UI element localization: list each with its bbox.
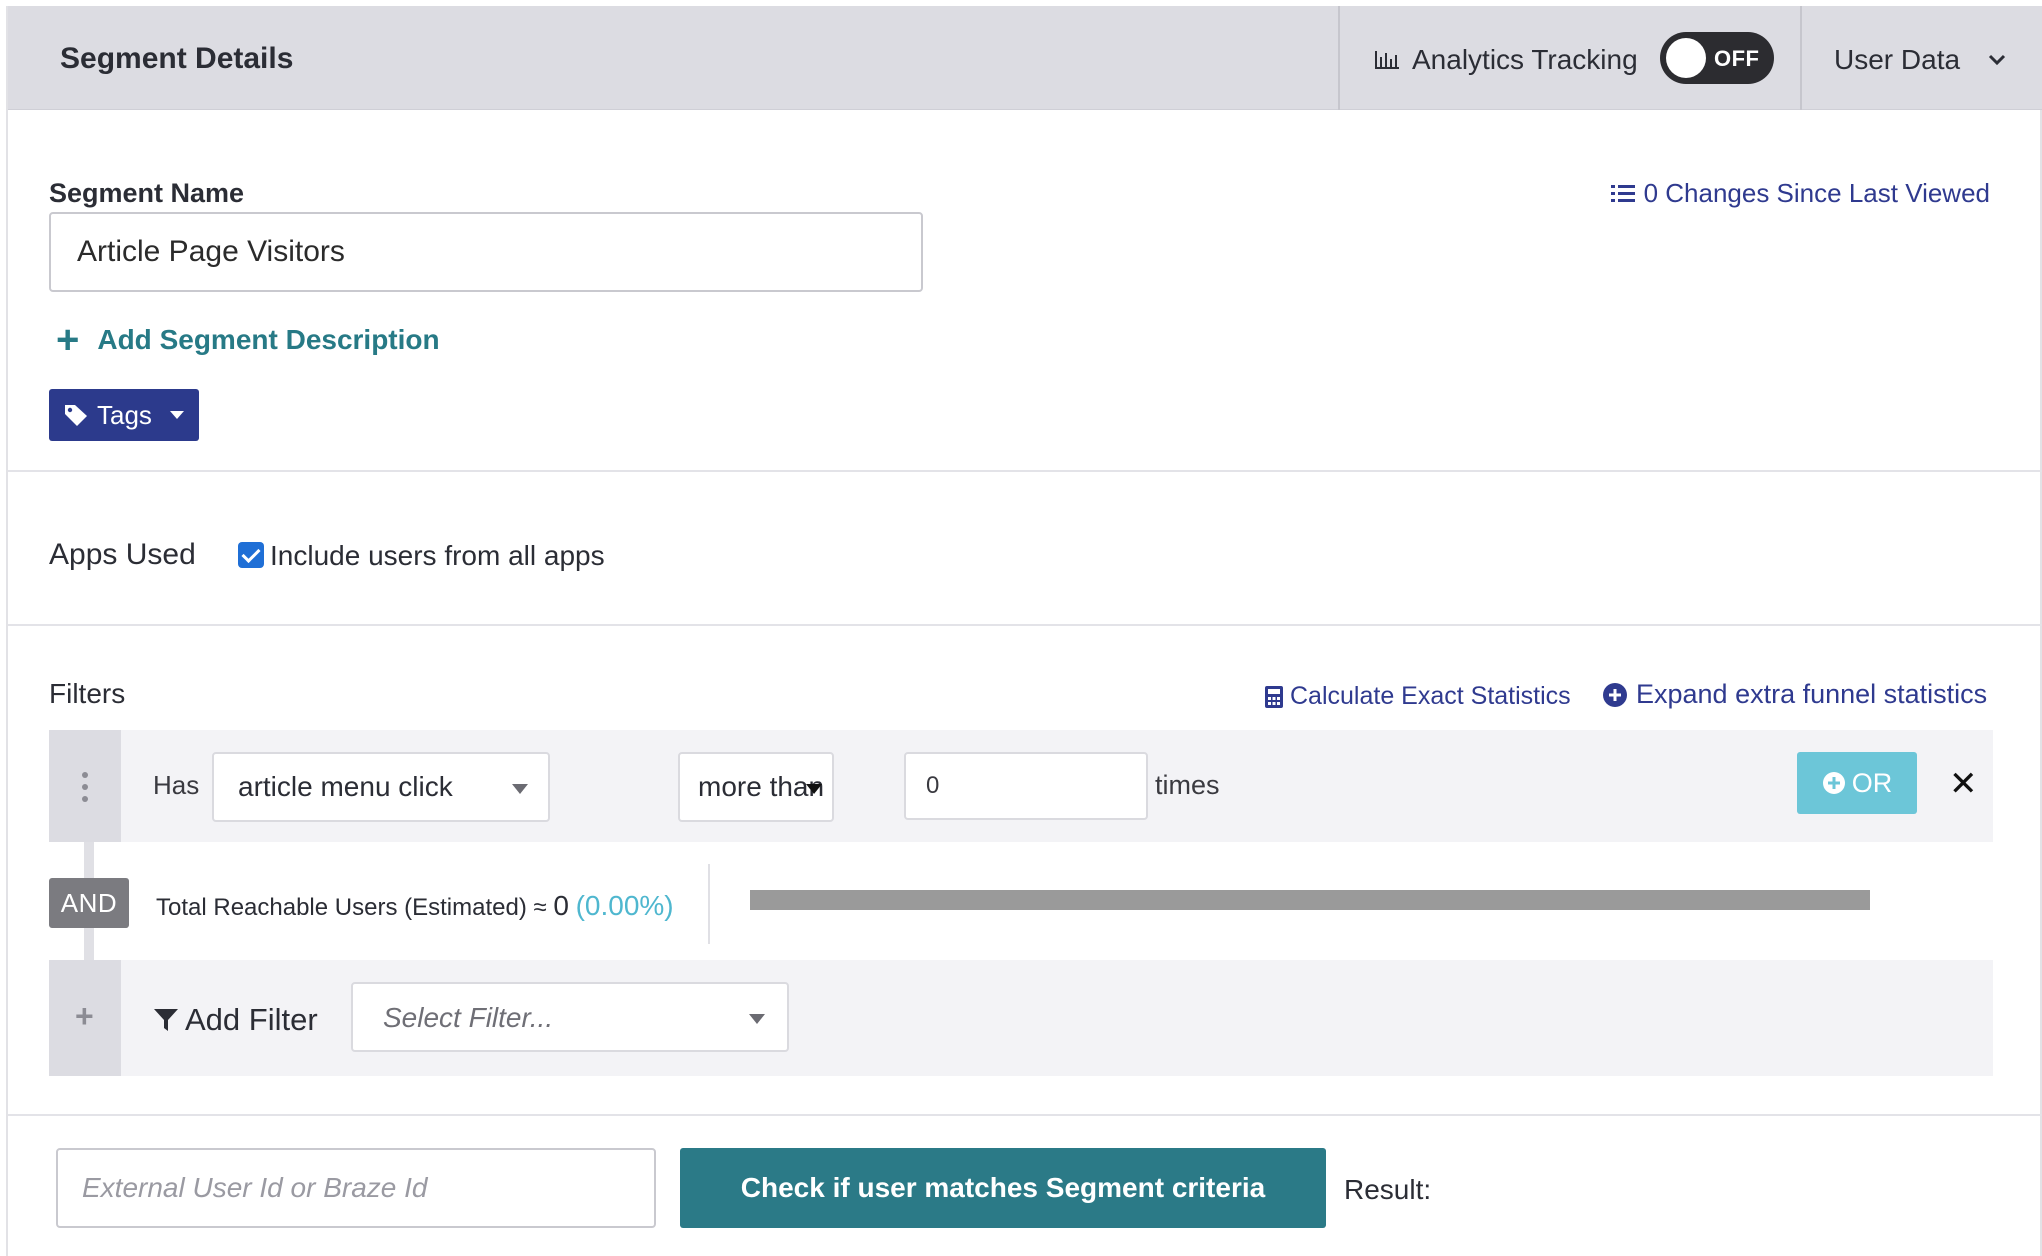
count-input[interactable]: [904, 752, 1148, 820]
section-divider: [8, 624, 2042, 626]
and-badge: AND: [49, 878, 129, 928]
toggle-state-label: OFF: [1714, 46, 1760, 71]
plus-circle-icon: [1822, 772, 1845, 794]
event-value: article menu click: [238, 771, 453, 802]
stat-divider: [708, 864, 710, 944]
funnel-icon: [154, 1009, 178, 1031]
calculate-label: Calculate Exact Statistics: [1290, 682, 1571, 710]
analytics-tracking-toggle[interactable]: OFF: [1660, 32, 1774, 84]
chevron-down-icon: [1988, 54, 2006, 66]
expand-funnel-statistics-link[interactable]: Expand extra funnel statistics: [1602, 679, 1987, 710]
analytics-tracking-label: Analytics Tracking: [1412, 44, 1638, 75]
reachable-percentage: (0.00%): [575, 890, 674, 921]
chevron-down-icon: [749, 1014, 765, 1024]
toggle-knob: [1666, 38, 1706, 78]
user-data-dropdown[interactable]: User Data: [1834, 44, 2006, 76]
changes-label: 0 Changes Since Last Viewed: [1643, 178, 1990, 208]
segment-name-label: Segment Name: [49, 178, 245, 208]
times-label: times: [1155, 770, 1220, 800]
or-button[interactable]: OR: [1797, 752, 1917, 814]
or-label: OR: [1851, 767, 1893, 798]
check-user-matches-button[interactable]: Check if user matches Segment criteria: [680, 1148, 1326, 1228]
add-filter-row: + Add Filter Select Filter...: [49, 960, 1993, 1076]
analytics-tracking: Analytics Tracking: [1374, 44, 1638, 76]
user-data-label: User Data: [1834, 44, 1961, 75]
event-select[interactable]: article menu click: [212, 752, 550, 822]
reachable-users-estimate: Total Reachable Users (Estimated) ≈ 0 (0…: [156, 890, 674, 922]
header-divider: [1800, 6, 1802, 110]
external-user-id-input[interactable]: [56, 1148, 656, 1228]
add-filter-label: Add Filter: [185, 1002, 318, 1037]
drag-dots-icon: [82, 772, 88, 808]
segment-name-input[interactable]: [49, 212, 923, 292]
has-label: Has: [153, 770, 200, 800]
remove-filter-close-icon[interactable]: ✕: [1949, 764, 1978, 804]
select-filter-dropdown[interactable]: Select Filter...: [351, 982, 789, 1052]
apps-used-label: Apps Used: [49, 538, 196, 571]
add-description-label: Add Segment Description: [97, 324, 440, 355]
section-divider: [8, 1114, 2042, 1116]
calculator-icon: [1265, 685, 1283, 708]
caret-down-icon: [169, 411, 184, 419]
plus-icon: +: [56, 318, 80, 362]
expand-label: Expand extra funnel statistics: [1636, 679, 1988, 709]
tags-dropdown-button[interactable]: Tags: [49, 389, 199, 441]
comparator-select[interactable]: more than: [678, 752, 834, 822]
result-label: Result:: [1344, 1174, 1432, 1205]
bar-chart-icon: [1375, 51, 1399, 69]
reachable-label: Total Reachable Users (Estimated) ≈: [156, 894, 547, 921]
add-filter-label-group: Add Filter: [153, 1002, 318, 1038]
changes-since-last-viewed-link[interactable]: 0 Changes Since Last Viewed: [1610, 178, 1990, 209]
add-filter-handle: +: [49, 960, 121, 1076]
calculate-exact-statistics-link[interactable]: Calculate Exact Statistics: [1264, 682, 1571, 711]
filters-label: Filters: [49, 678, 126, 709]
include-all-apps-checkbox[interactable]: [238, 542, 264, 568]
section-divider: [8, 470, 2042, 472]
page-title: Segment Details: [60, 42, 294, 75]
filter-row: Has article menu click more than times O…: [49, 730, 1993, 842]
drag-handle[interactable]: [49, 730, 121, 842]
list-icon: [1610, 184, 1635, 202]
caret-down-icon: [806, 784, 822, 794]
plus-icon: +: [75, 998, 94, 1034]
add-segment-description-link[interactable]: + Add Segment Description: [56, 320, 440, 360]
chevron-down-icon: [512, 784, 528, 794]
segment-details-panel: Segment Details Analytics Tracking OFF U…: [6, 6, 2042, 1256]
panel-header: Segment Details Analytics Tracking OFF U…: [8, 6, 2042, 110]
select-filter-placeholder: Select Filter...: [383, 1002, 554, 1033]
include-all-apps-label: Include users from all apps: [270, 540, 605, 571]
tags-label: Tags: [97, 399, 152, 430]
plus-circle-icon: [1603, 682, 1627, 707]
reachable-users-bar: [750, 890, 1870, 910]
header-divider: [1338, 6, 1340, 110]
tag-icon: [65, 405, 87, 426]
reachable-count: 0: [553, 890, 569, 921]
